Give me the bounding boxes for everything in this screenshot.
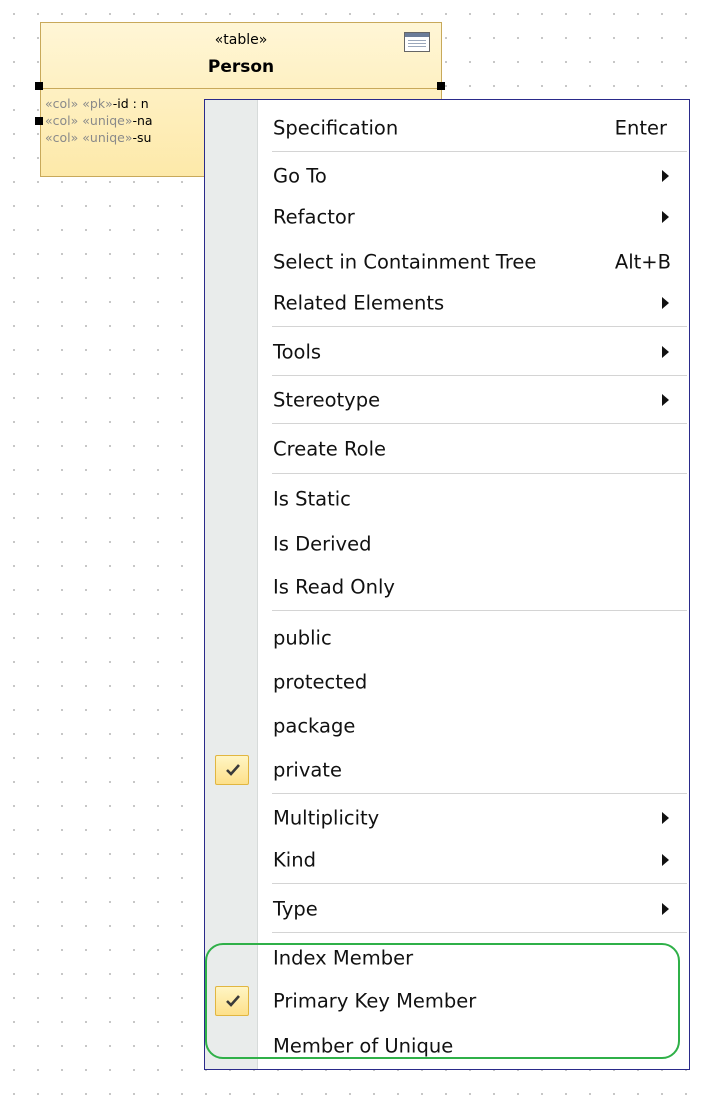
chevron-right-icon: [662, 812, 669, 824]
menu-item-specification[interactable]: Specification Enter: [205, 108, 689, 148]
menu-item-private[interactable]: private: [205, 750, 689, 790]
column-text: -id : n: [112, 96, 149, 111]
menu-item-label: Multiplicity: [273, 806, 380, 830]
menu-item-package[interactable]: package: [205, 706, 689, 746]
column-stereotype: «col» «pk»: [45, 96, 113, 111]
menu-item-label: Tools: [273, 340, 322, 364]
menu-item-label: protected: [273, 670, 368, 694]
menu-item-label: Type: [273, 897, 318, 921]
menu-separator: [272, 883, 687, 884]
menu-item-tools[interactable]: Tools: [205, 332, 689, 372]
menu-item-related-elements[interactable]: Related Elements: [205, 283, 689, 323]
checkmark-icon: [215, 755, 249, 785]
menu-item-type[interactable]: Type: [205, 889, 689, 929]
menu-item-primary-key-member[interactable]: Primary Key Member: [205, 981, 689, 1021]
chevron-right-icon: [662, 211, 669, 223]
chevron-right-icon: [662, 297, 669, 309]
menu-item-label: Related Elements: [273, 291, 445, 315]
menu-item-shortcut: Alt+B: [614, 250, 671, 274]
menu-item-public[interactable]: public: [205, 618, 689, 658]
menu-item-label: Kind: [273, 848, 316, 872]
menu-item-shortcut: Enter: [614, 116, 667, 140]
menu-separator: [272, 932, 687, 933]
table-icon: [404, 32, 430, 52]
selection-handle[interactable]: [35, 82, 43, 90]
menu-item-label: Create Role: [273, 437, 387, 461]
menu-item-stereotype[interactable]: Stereotype: [205, 380, 689, 420]
chevron-right-icon: [662, 170, 669, 182]
menu-item-is-derived[interactable]: Is Derived: [205, 524, 689, 564]
menu-item-label: Is Static: [273, 487, 351, 511]
menu-separator: [272, 793, 687, 794]
chevron-right-icon: [662, 903, 669, 915]
menu-item-is-read-only[interactable]: Is Read Only: [205, 567, 689, 607]
menu-separator: [272, 473, 687, 474]
menu-item-label: package: [273, 714, 356, 738]
menu-item-label: Is Derived: [273, 532, 372, 556]
column-text: -su: [132, 130, 152, 145]
menu-item-kind[interactable]: Kind: [205, 840, 689, 880]
chevron-right-icon: [662, 394, 669, 406]
chevron-right-icon: [662, 346, 669, 358]
menu-item-select-in-containment-tree[interactable]: Select in Containment Tree Alt+B: [205, 242, 689, 282]
menu-item-label: private: [273, 758, 342, 782]
menu-separator: [272, 610, 687, 611]
menu-item-refactor[interactable]: Refactor: [205, 197, 689, 237]
menu-item-member-of-unique[interactable]: Member of Unique: [205, 1026, 689, 1066]
column-stereotype: «col» «uniqe»: [45, 130, 133, 145]
menu-item-label: Member of Unique: [273, 1034, 454, 1058]
table-header: «table» Person: [41, 23, 441, 89]
menu-item-label: Select in Containment Tree: [273, 250, 537, 274]
menu-separator: [272, 423, 687, 424]
menu-item-label: public: [273, 626, 332, 650]
menu-item-label: Primary Key Member: [273, 989, 477, 1013]
selection-handle[interactable]: [437, 82, 445, 90]
column-stereotype: «col» «uniqe»: [45, 113, 133, 128]
menu-separator: [272, 375, 687, 376]
menu-item-label: Index Member: [273, 946, 414, 970]
selection-handle[interactable]: [35, 117, 43, 125]
menu-item-label: Is Read Only: [273, 575, 395, 599]
menu-item-index-member[interactable]: Index Member: [205, 938, 689, 978]
menu-item-protected[interactable]: protected: [205, 662, 689, 702]
menu-item-create-role[interactable]: Create Role: [205, 429, 689, 469]
menu-item-label: Specification: [273, 116, 399, 140]
menu-item-go-to[interactable]: Go To: [205, 156, 689, 196]
menu-separator: [272, 326, 687, 327]
chevron-right-icon: [662, 854, 669, 866]
column-text: -na: [132, 113, 153, 128]
checkmark-icon: [215, 986, 249, 1016]
table-stereotype: «table»: [214, 32, 268, 48]
menu-item-is-static[interactable]: Is Static: [205, 479, 689, 519]
menu-item-label: Stereotype: [273, 388, 381, 412]
menu-item-label: Refactor: [273, 205, 355, 229]
table-name: Person: [207, 57, 275, 77]
menu-item-multiplicity[interactable]: Multiplicity: [205, 798, 689, 838]
context-menu: Specification Enter Go To Refactor Selec…: [204, 99, 690, 1070]
menu-item-label: Go To: [273, 164, 327, 188]
menu-separator: [272, 151, 687, 152]
